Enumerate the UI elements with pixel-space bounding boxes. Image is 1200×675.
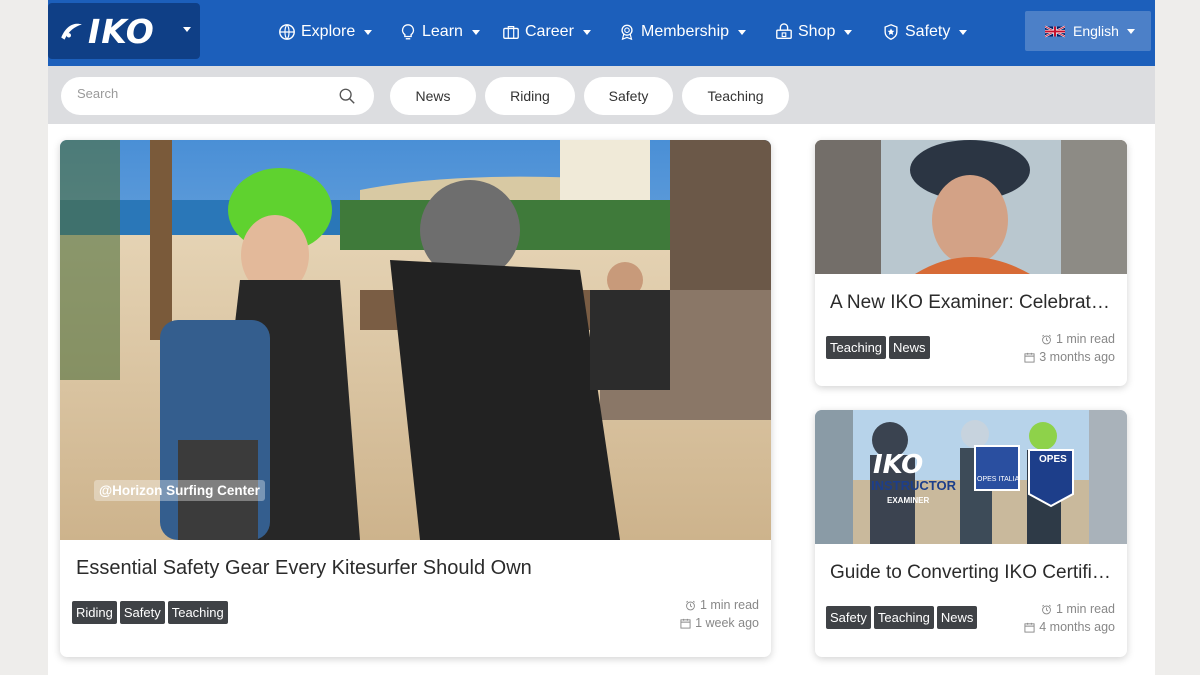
- read-time: 1 min read: [1055, 332, 1115, 346]
- photo-credit: @Horizon Surfing Center: [94, 480, 265, 501]
- logo-text: IKO: [88, 11, 155, 51]
- article-meta: 1 min read 3 months ago: [1024, 330, 1115, 366]
- calendar-icon: [1024, 622, 1035, 633]
- article-card-examiner[interactable]: A New IKO Examiner: Celebrating Teaching…: [815, 140, 1127, 386]
- read-time: 1 min read: [1055, 602, 1115, 616]
- article-card-main[interactable]: @Horizon Surfing Center Essential Safety…: [60, 140, 771, 657]
- article-meta: 1 min read 4 months ago: [1024, 600, 1115, 636]
- chip-label: News: [415, 88, 451, 104]
- search-box: [61, 77, 374, 115]
- nav-label: Shop: [798, 23, 836, 40]
- kiter-logo-icon: [61, 23, 82, 40]
- article-image: [815, 140, 1127, 274]
- shop-icon: [776, 23, 792, 39]
- nav-label: Explore: [301, 23, 356, 40]
- calendar-icon: [1024, 352, 1035, 363]
- image-examiner-text: EXAMINER: [887, 496, 930, 505]
- filter-chip-safety[interactable]: Safety: [584, 77, 673, 115]
- image-badge1-text: OPES ITALIA: [977, 476, 1020, 483]
- briefcase-icon: [503, 26, 519, 39]
- tag-safety[interactable]: Safety: [826, 606, 871, 629]
- tag-teaching[interactable]: Teaching: [167, 601, 228, 624]
- tag-safety[interactable]: Safety: [119, 601, 165, 624]
- search-input[interactable]: [77, 86, 327, 101]
- nav-label: Career: [525, 23, 574, 40]
- chip-label: Riding: [510, 88, 550, 104]
- tag-list: Safety Teaching News: [826, 606, 978, 629]
- chevron-down-icon: [959, 29, 968, 35]
- nav-shop[interactable]: Shop: [775, 20, 853, 44]
- uk-flag-icon: [1045, 25, 1065, 37]
- image-badge2-text: OPES: [1039, 454, 1067, 465]
- publish-date: 4 months ago: [1039, 620, 1115, 634]
- chevron-down-icon: [364, 29, 373, 35]
- chevron-down-icon: [844, 29, 853, 35]
- alarm-clock-icon: [1042, 334, 1051, 344]
- tag-news[interactable]: News: [936, 606, 978, 629]
- tag-list: Teaching News: [826, 336, 930, 359]
- lightbulb-icon: [401, 24, 415, 40]
- tag-teaching[interactable]: Teaching: [873, 606, 934, 629]
- article-title[interactable]: A New IKO Examiner: Celebrating: [830, 292, 1112, 314]
- nav-label: Safety: [905, 23, 951, 40]
- tag-riding[interactable]: Riding: [72, 601, 117, 624]
- article-title[interactable]: Essential Safety Gear Every Kitesurfer S…: [76, 557, 756, 580]
- instructors-photo: [815, 410, 1127, 544]
- top-nav: IKO Explore Learn Career Membership Shop: [48, 0, 1155, 66]
- page: IKO Explore Learn Career Membership Shop: [48, 0, 1155, 675]
- article-title[interactable]: Guide to Converting IKO Certifications: [830, 562, 1112, 584]
- read-time: 1 min read: [699, 598, 759, 612]
- search-icon[interactable]: [338, 87, 356, 105]
- portrait-photo: [815, 140, 1127, 274]
- tag-list: Riding Safety Teaching: [72, 601, 228, 624]
- nav-explore[interactable]: Explore: [278, 20, 373, 44]
- filter-chip-news[interactable]: News: [390, 77, 476, 115]
- calendar-icon: [680, 618, 691, 629]
- alarm-clock-icon: [1042, 604, 1051, 614]
- shield-icon: [884, 24, 898, 40]
- chevron-down-icon: [738, 29, 747, 35]
- nav-membership[interactable]: Membership: [618, 20, 747, 44]
- image-instructor-text: INSTRUCTOR: [871, 478, 956, 493]
- filter-chip-riding[interactable]: Riding: [485, 77, 575, 115]
- logo-button[interactable]: IKO: [48, 3, 200, 59]
- tag-news[interactable]: News: [889, 336, 930, 359]
- chip-label: Teaching: [707, 88, 764, 104]
- publish-date: 1 week ago: [695, 616, 759, 630]
- language-selector[interactable]: English: [1025, 11, 1151, 51]
- publish-date: 3 months ago: [1039, 350, 1115, 364]
- tag-teaching[interactable]: Teaching: [826, 336, 887, 359]
- chip-label: Safety: [608, 88, 649, 104]
- article-image: IKO INSTRUCTOR EXAMINER OPES ITALIA OPES: [815, 410, 1127, 544]
- article-meta: 1 min read 1 week ago: [680, 596, 759, 632]
- nav-label: Learn: [422, 23, 463, 40]
- chevron-down-icon: [183, 27, 191, 32]
- alarm-clock-icon: [686, 600, 695, 610]
- badge-icon: [621, 24, 633, 41]
- image-brand-text: IKO: [873, 450, 924, 480]
- nav-career[interactable]: Career: [502, 20, 591, 44]
- nav-safety[interactable]: Safety: [882, 20, 968, 44]
- article-image: @Horizon Surfing Center: [60, 140, 771, 540]
- language-label: English: [1073, 23, 1119, 39]
- nav-label: Membership: [641, 23, 730, 40]
- globe-icon: [279, 24, 295, 40]
- chevron-down-icon: [1126, 28, 1135, 34]
- chevron-down-icon: [471, 29, 480, 35]
- nav-learn[interactable]: Learn: [399, 20, 480, 44]
- chevron-down-icon: [582, 29, 591, 35]
- filter-chip-teaching[interactable]: Teaching: [682, 77, 789, 115]
- article-card-conversion[interactable]: IKO INSTRUCTOR EXAMINER OPES ITALIA OPES…: [815, 410, 1127, 657]
- filter-bar: News Riding Safety Teaching: [48, 66, 1155, 124]
